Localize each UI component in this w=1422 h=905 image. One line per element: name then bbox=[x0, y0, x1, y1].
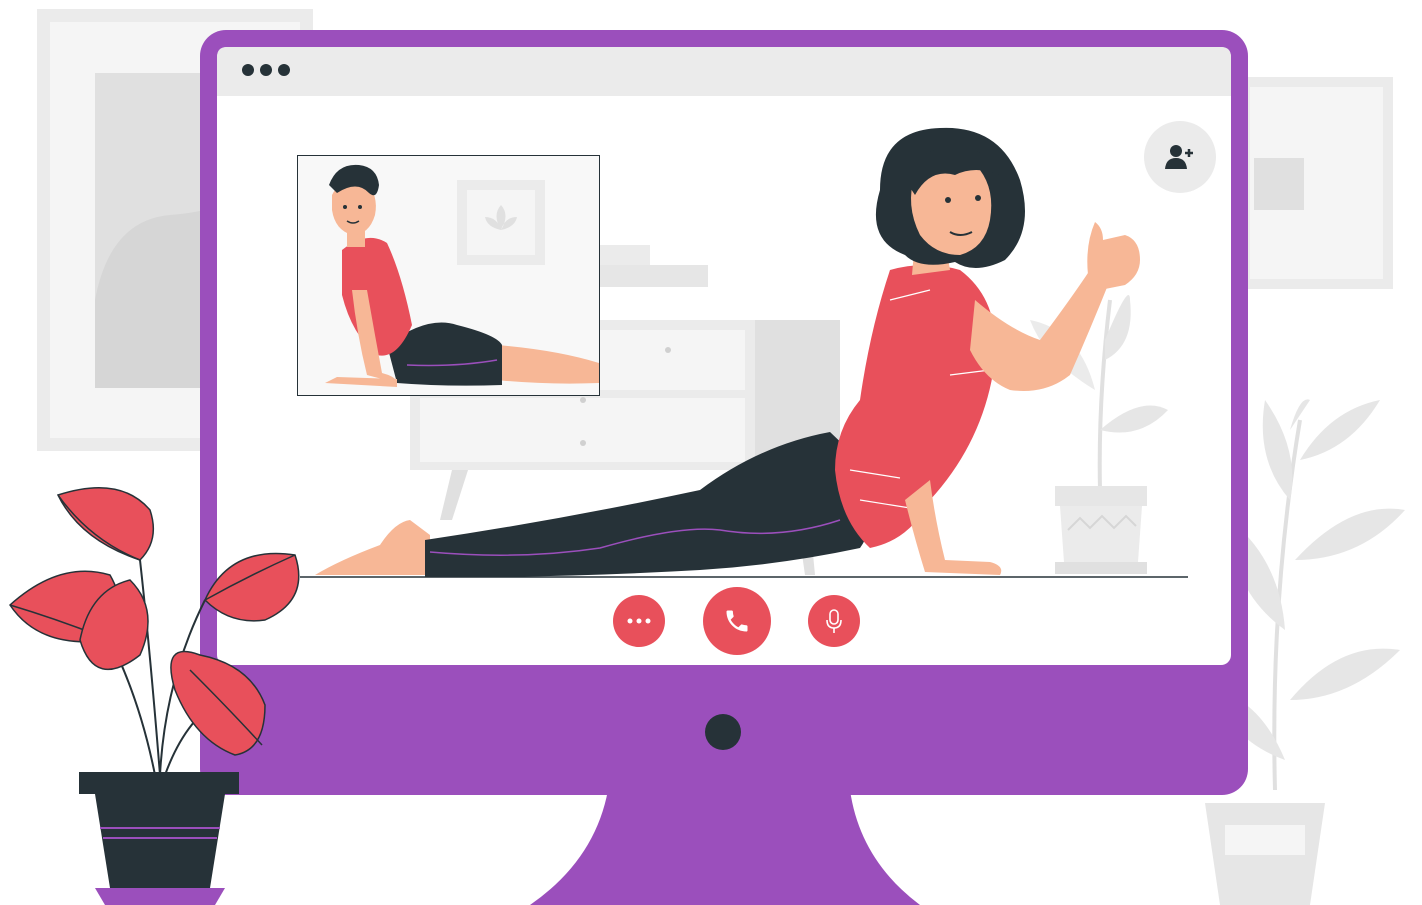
plant-left-red bbox=[9, 486, 300, 905]
video-call-yoga-illustration bbox=[0, 0, 1422, 905]
